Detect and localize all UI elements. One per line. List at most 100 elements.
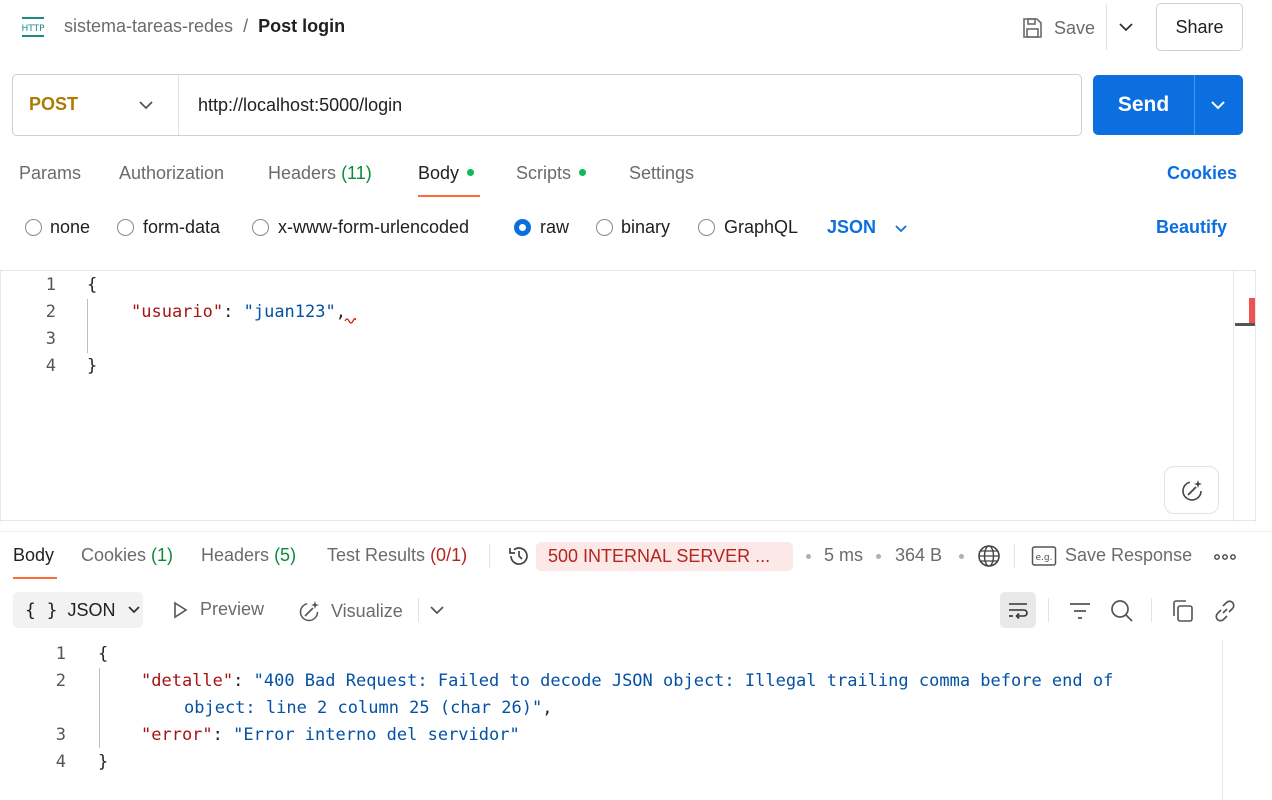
chevron-down-icon[interactable] [892, 219, 910, 239]
line-number: 3 [55, 725, 66, 745]
radio-raw-label[interactable]: raw [540, 217, 569, 238]
response-scrollbar[interactable] [1222, 640, 1223, 800]
tab-headers-count: (11) [341, 163, 372, 183]
active-tab-indicator [13, 577, 57, 579]
radio-urlencoded-label[interactable]: x-www-form-urlencoded [278, 217, 469, 238]
divider [1194, 75, 1195, 135]
visualize-label: Visualize [331, 600, 403, 621]
divider [1106, 4, 1107, 50]
visualize-button[interactable]: Visualize [297, 599, 403, 623]
response-tab-headers-count: (5) [274, 545, 297, 565]
cursor-marker [1235, 323, 1255, 326]
ai-assist-button[interactable] [1164, 466, 1219, 514]
response-tab-tests[interactable]: Test Results (0/1) [327, 545, 467, 566]
preview-button[interactable]: Preview [170, 599, 264, 620]
json-comma: , [542, 698, 553, 718]
tab-scripts-label: Scripts [516, 163, 572, 183]
editor-scrollbar[interactable] [1233, 270, 1234, 522]
breadcrumb-collection[interactable]: sistema-tareas-redes [64, 16, 233, 37]
word-wrap-button[interactable] [1000, 592, 1036, 628]
request-name[interactable]: Post login [258, 16, 345, 37]
visualize-icon [299, 601, 319, 622]
save-icon [1023, 18, 1042, 38]
response-tab-cookies[interactable]: Cookies (1) [81, 545, 173, 566]
response-size[interactable]: 364 B [895, 545, 942, 566]
line-number: 4 [45, 356, 56, 376]
play-icon [174, 601, 188, 618]
radio-form-data-label[interactable]: form-data [143, 217, 220, 238]
save-response-button[interactable]: Save Response [1065, 545, 1192, 566]
separator-dot [806, 554, 811, 559]
tab-body-label: Body [418, 163, 460, 183]
chevron-down-icon[interactable] [428, 600, 446, 620]
radio-urlencoded[interactable] [252, 219, 269, 236]
tab-scripts[interactable]: Scripts [516, 163, 587, 184]
tab-settings[interactable]: Settings [629, 163, 694, 184]
save-button[interactable]: Save [1020, 14, 1095, 42]
radio-none-label[interactable]: none [50, 217, 90, 238]
response-tab-body[interactable]: Body [13, 545, 54, 566]
divider [1151, 598, 1152, 622]
cookies-link[interactable]: Cookies [1167, 163, 1237, 184]
url-input[interactable] [190, 88, 1070, 122]
response-format-select[interactable]: { } JSON [13, 592, 143, 628]
send-button[interactable]: Send [1093, 75, 1194, 135]
more-options-icon[interactable] [1213, 553, 1237, 561]
editor-border [0, 270, 1, 522]
response-time[interactable]: 5 ms [824, 545, 863, 566]
radio-binary[interactable] [596, 219, 613, 236]
method-select[interactable]: POST [29, 94, 78, 115]
divider [418, 598, 419, 622]
tab-headers[interactable]: Headers (11) [268, 163, 372, 184]
active-tab-indicator [418, 195, 480, 197]
status-badge[interactable]: 500 INTERNAL SERVER ... [536, 542, 793, 571]
response-tab-cookies-label: Cookies [81, 545, 147, 565]
language-label: JSON [827, 217, 877, 237]
code-close-brace: } [98, 752, 109, 772]
editor-border [0, 520, 1256, 521]
code-open-brace: { [98, 644, 109, 664]
tab-body[interactable]: Body [418, 163, 475, 184]
line-number: 2 [55, 671, 66, 691]
json-key: "error" [141, 725, 213, 745]
copy-icon[interactable] [1170, 598, 1196, 624]
radio-binary-label[interactable]: binary [621, 217, 670, 238]
tab-headers-label: Headers [268, 163, 337, 183]
share-button[interactable]: Share [1156, 3, 1243, 51]
json-string: "juan123" [243, 302, 336, 322]
radio-none[interactable] [25, 219, 42, 236]
magic-wand-icon [1181, 480, 1202, 501]
beautify-button[interactable]: Beautify [1156, 217, 1227, 238]
code-line-wrapped[interactable]: object: line 2 column 25 (char 26)", [184, 698, 552, 718]
code-line[interactable]: "usuario": "juan123", [131, 302, 346, 322]
search-icon[interactable] [1109, 598, 1135, 624]
editor-border [0, 270, 1256, 271]
link-icon[interactable] [1212, 598, 1238, 624]
divider [489, 544, 490, 568]
history-icon[interactable] [506, 543, 532, 569]
svg-text:HTTP: HTTP [21, 24, 45, 34]
line-number: 1 [55, 644, 66, 664]
radio-form-data[interactable] [117, 219, 134, 236]
globe-icon[interactable] [976, 543, 1002, 569]
example-icon: e.g. [1031, 546, 1057, 566]
wrap-icon [1009, 603, 1028, 620]
radio-graphql[interactable] [698, 219, 715, 236]
separator-dot [876, 554, 881, 559]
filter-icon[interactable] [1067, 598, 1093, 624]
line-number: 1 [45, 275, 56, 295]
indent-guide [99, 668, 100, 748]
code-line[interactable]: "detalle": "400 Bad Request: Failed to d… [141, 671, 1113, 691]
language-select[interactable]: JSON [827, 217, 876, 238]
chevron-down-icon[interactable] [1206, 94, 1230, 116]
radio-raw[interactable] [514, 219, 531, 236]
code-open-brace: { [87, 275, 98, 295]
radio-graphql-label[interactable]: GraphQL [724, 217, 798, 238]
chevron-down-icon[interactable] [1114, 14, 1138, 40]
tab-params[interactable]: Params [19, 163, 81, 184]
chevron-down-icon[interactable] [136, 94, 156, 116]
response-tab-headers[interactable]: Headers (5) [201, 545, 296, 566]
code-line[interactable]: "error": "Error interno del servidor" [141, 725, 520, 745]
tab-authorization[interactable]: Authorization [119, 163, 224, 184]
breadcrumb-separator: / [243, 16, 249, 36]
